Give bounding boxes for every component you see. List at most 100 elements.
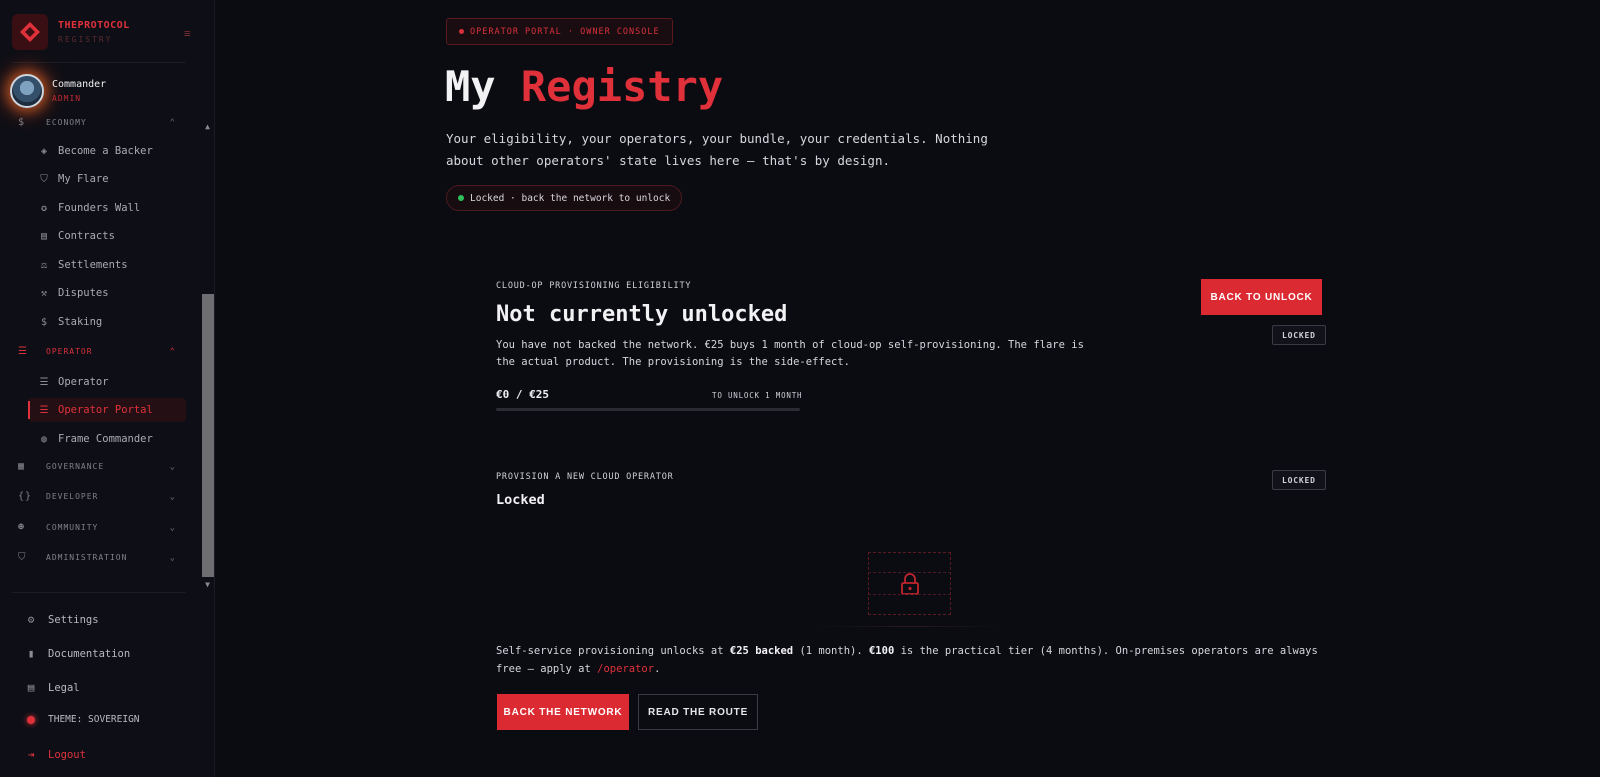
- sidebar: THEPROTOCOL REGISTRY ≡ Commander ADMIN $…: [0, 0, 215, 777]
- page-title: My Registry: [445, 62, 723, 111]
- scroll-up-icon[interactable]: ▲: [201, 122, 214, 131]
- sidebar-item-label: Operator Portal: [58, 404, 153, 416]
- section-label: ADMINISTRATION: [46, 553, 128, 562]
- footnote-text: (1 month).: [793, 645, 869, 657]
- user-profile[interactable]: Commander ADMIN: [10, 74, 106, 108]
- footnote-bold: €25 backed: [729, 645, 794, 657]
- user-name: Commander: [52, 79, 107, 90]
- legal-label: Legal: [48, 681, 80, 694]
- divider: [868, 572, 951, 573]
- provision-eyebrow: PROVISION A NEW CLOUD OPERATOR: [496, 472, 674, 482]
- sidebar-item-label: Contracts: [58, 230, 115, 242]
- braces-icon: {}: [18, 491, 33, 502]
- chevron-down-icon: ⌄: [169, 491, 176, 502]
- logout-label: Logout: [48, 748, 86, 761]
- documentation-link[interactable]: ▮ Documentation: [24, 647, 131, 660]
- section-label: OPERATOR: [46, 347, 93, 356]
- shield-icon: ⛉: [18, 552, 27, 563]
- server-icon: ☰: [18, 346, 28, 357]
- document-icon: ▤: [27, 681, 35, 694]
- legal-link[interactable]: ▤ Legal: [24, 681, 80, 694]
- scrollbar-thumb[interactable]: [202, 294, 214, 577]
- shield-icon: ⛉: [40, 173, 48, 185]
- logo-icon: [12, 14, 48, 50]
- divider: [12, 592, 186, 593]
- footnote-text: .: [654, 663, 661, 675]
- scale-icon: ⚖: [40, 259, 48, 271]
- dollar-icon: $: [40, 316, 48, 328]
- operator-link[interactable]: /operator: [597, 663, 654, 675]
- section-administration[interactable]: ⛉ ADMINISTRATION ⌄: [18, 552, 176, 563]
- sidebar-item-disputes[interactable]: ⚒ Disputes: [28, 281, 186, 305]
- locked-tag: LOCKED: [1272, 325, 1326, 345]
- medal-icon: ✪: [40, 202, 48, 214]
- section-governance[interactable]: ▦ GOVERNANCE ⌄: [18, 461, 176, 472]
- book-icon: ▮: [27, 647, 35, 660]
- file-icon: ▤: [40, 230, 48, 242]
- chevron-up-icon: ⌃: [169, 346, 176, 357]
- lock-icon: [900, 572, 919, 595]
- sidebar-item-frame-commander[interactable]: ◍ Frame Commander: [28, 427, 186, 451]
- logout-icon: ⇥: [27, 748, 35, 761]
- gear-icon: ⚙: [27, 613, 35, 626]
- settings-link[interactable]: ⚙ Settings: [24, 613, 99, 626]
- status-label: Locked · back the network to unlock: [470, 192, 671, 204]
- sidebar-item-label: Frame Commander: [58, 433, 153, 445]
- sidebar-item-label: Operator: [58, 376, 109, 388]
- sidebar-item-my-flare[interactable]: ⛉ My Flare: [28, 167, 186, 191]
- brand[interactable]: THEPROTOCOL REGISTRY: [12, 14, 130, 50]
- users-icon: ☻: [18, 522, 26, 533]
- back-to-unlock-button[interactable]: BACK TO UNLOCK: [1201, 279, 1322, 315]
- pill-label: OPERATOR PORTAL · OWNER CONSOLE: [470, 26, 660, 37]
- sidebar-item-contracts[interactable]: ▤ Contracts: [28, 224, 186, 248]
- portal-pill: OPERATOR PORTAL · OWNER CONSOLE: [446, 18, 673, 45]
- section-developer[interactable]: {} DEVELOPER ⌄: [18, 491, 176, 502]
- logout-link[interactable]: ⇥ Logout: [24, 748, 86, 761]
- section-operator[interactable]: ☰ OPERATOR ⌃: [18, 346, 176, 357]
- documentation-label: Documentation: [48, 647, 131, 660]
- eligibility-title: Not currently unlocked: [496, 302, 788, 327]
- server-icon: ☰: [39, 376, 49, 388]
- progress-note: TO UNLOCK 1 MONTH: [712, 391, 803, 400]
- nav-scroll-area: $ ECONOMY ⌃ ◈ Become a Backer ⛉ My Flare…: [0, 112, 200, 582]
- section-label: ECONOMY: [46, 118, 87, 127]
- sidebar-item-become-a-backer[interactable]: ◈ Become a Backer: [28, 139, 186, 163]
- brand-name: THEPROTOCOL: [58, 20, 130, 31]
- status-badge: Locked · back the network to unlock: [446, 185, 683, 211]
- section-economy[interactable]: $ ECONOMY ⌃: [18, 117, 176, 128]
- lock-placeholder: [868, 552, 951, 615]
- sidebar-item-label: Settlements: [58, 259, 128, 271]
- title-plain: My: [445, 62, 496, 111]
- theme-toggle[interactable]: THEME: SOVEREIGN: [24, 714, 140, 725]
- sidebar-item-label: My Flare: [58, 173, 109, 185]
- footnote-text: Self-service provisioning unlocks at: [496, 645, 730, 657]
- collapse-sidebar-icon[interactable]: ≡: [184, 27, 191, 40]
- theme-label: THEME: SOVEREIGN: [48, 714, 140, 725]
- sidebar-item-settlements[interactable]: ⚖ Settlements: [28, 253, 186, 277]
- divider: [12, 62, 186, 63]
- read-the-route-button[interactable]: READ THE ROUTE: [638, 694, 758, 730]
- chevron-down-icon: ⌄: [169, 552, 176, 563]
- section-label: GOVERNANCE: [46, 462, 105, 471]
- scroll-down-icon[interactable]: ▼: [201, 580, 214, 589]
- sidebar-item-founders-wall[interactable]: ✪ Founders Wall: [28, 196, 186, 220]
- sidebar-item-label: Disputes: [58, 287, 109, 299]
- divider: [868, 594, 951, 595]
- section-label: COMMUNITY: [46, 523, 99, 532]
- sidebar-item-staking[interactable]: $ Staking: [28, 310, 186, 334]
- section-label: DEVELOPER: [46, 492, 99, 501]
- sidebar-item-operator[interactable]: ☰ Operator: [28, 370, 186, 394]
- pill-dot-icon: [459, 29, 464, 34]
- sidebar-item-operator-portal[interactable]: ☰ Operator Portal: [28, 398, 186, 422]
- back-the-network-button[interactable]: BACK THE NETWORK: [497, 694, 629, 730]
- avatar: [10, 74, 44, 108]
- eligibility-body: You have not backed the network. €25 buy…: [496, 339, 1084, 368]
- chevron-down-icon: ⌄: [169, 461, 176, 472]
- dollar-icon: $: [18, 117, 26, 128]
- title-accent: Registry: [520, 62, 724, 111]
- divider: [816, 626, 1006, 627]
- sidebar-item-label: Staking: [58, 316, 103, 328]
- globe-icon: ◍: [40, 433, 48, 445]
- section-community[interactable]: ☻ COMMUNITY ⌄: [18, 522, 176, 533]
- user-role: ADMIN: [52, 94, 82, 103]
